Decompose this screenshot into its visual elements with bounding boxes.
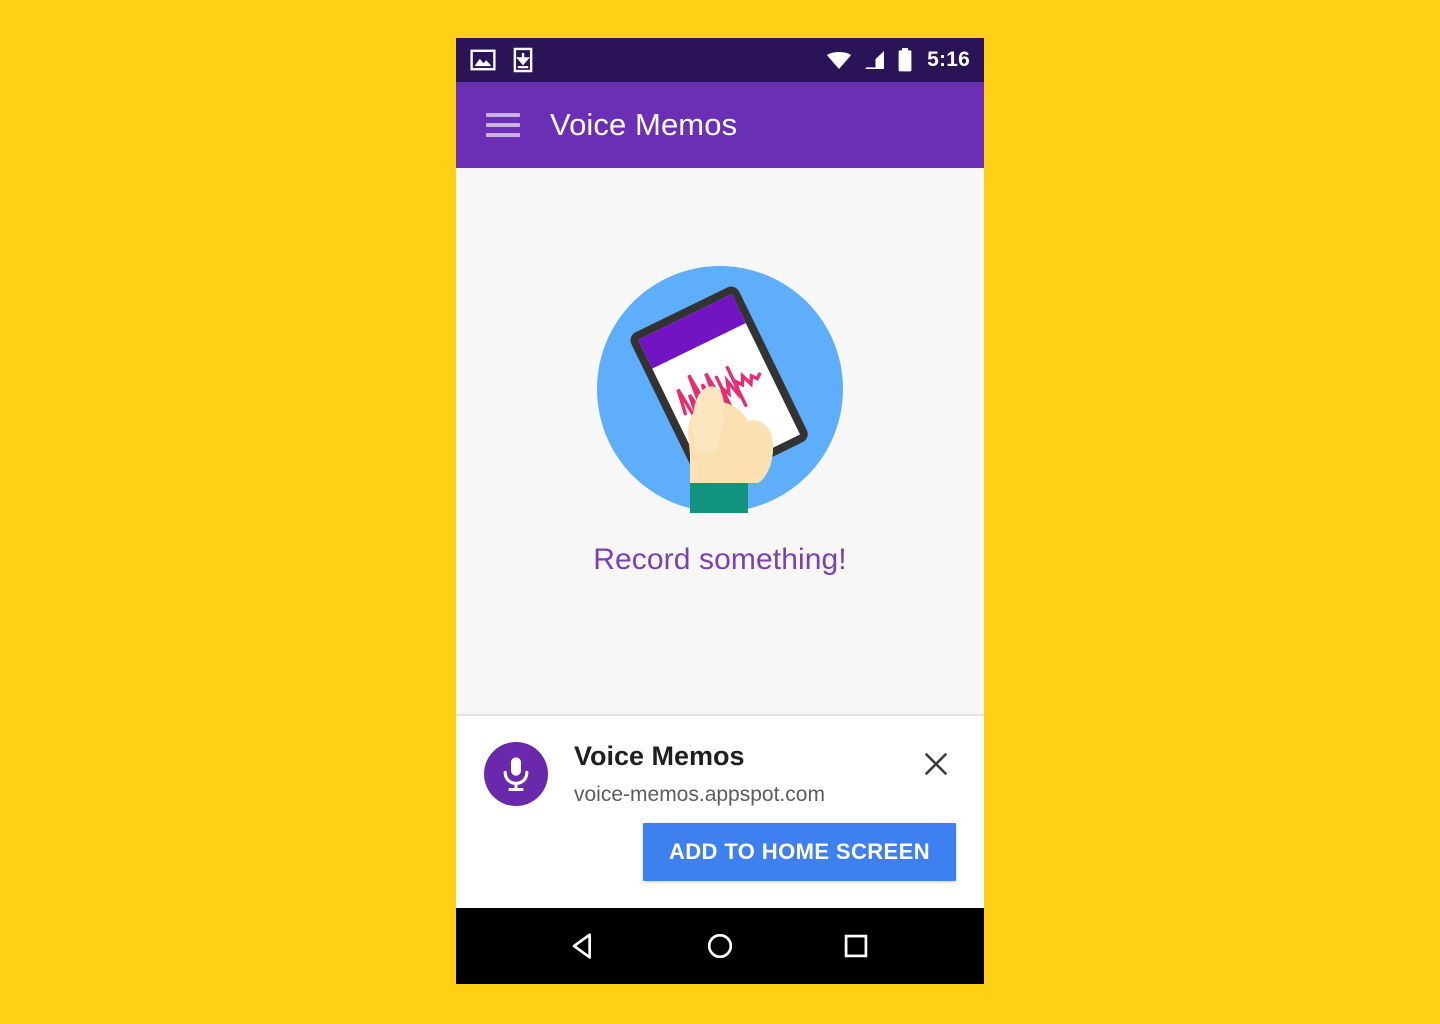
app-icon (484, 742, 548, 806)
status-bar-clock: 5:16 (927, 48, 970, 71)
hand-holding-phone-illustration (597, 266, 843, 513)
install-banner-actions: ADD TO HOME SCREEN (484, 822, 956, 881)
hamburger-line (486, 133, 520, 137)
screen-background: 5:16 Voice Memos Record something! Voice… (0, 0, 1440, 1024)
back-triangle-icon (572, 933, 592, 959)
hamburger-line (486, 113, 520, 117)
image-icon (470, 47, 496, 73)
app-bar: Voice Memos (456, 82, 984, 168)
install-banner: Voice Memos voice-memos.appspot.com ADD … (456, 714, 984, 908)
cellular-signal-icon (863, 48, 887, 72)
page-title: Voice Memos (550, 107, 738, 142)
status-bar: 5:16 (456, 38, 984, 82)
install-banner-url: voice-memos.appspot.com (574, 782, 825, 806)
home-button[interactable] (693, 919, 747, 973)
back-button[interactable] (557, 919, 611, 973)
phone-frame: 5:16 Voice Memos Record something! Voice… (456, 38, 984, 984)
add-to-home-screen-button[interactable]: ADD TO HOME SCREEN (642, 822, 956, 881)
install-banner-row: Voice Memos voice-memos.appspot.com (484, 741, 956, 807)
install-banner-title: Voice Memos (574, 741, 745, 771)
content-area: Record something! (456, 168, 984, 714)
empty-state-message: Record something! (593, 543, 847, 576)
recents-square-icon (844, 934, 868, 958)
microphone-icon (503, 757, 529, 791)
recents-button[interactable] (829, 919, 883, 973)
install-banner-texts: Voice Memos voice-memos.appspot.com (574, 741, 916, 807)
hamburger-menu-icon[interactable] (486, 113, 520, 137)
status-bar-right-icons: 5:16 (825, 47, 970, 73)
battery-icon (897, 47, 913, 73)
status-bar-left-icons (470, 47, 536, 73)
download-icon (510, 47, 536, 73)
home-circle-icon (707, 933, 733, 959)
wifi-icon (825, 48, 853, 72)
android-nav-bar (456, 908, 984, 984)
close-icon[interactable] (916, 744, 956, 784)
hamburger-line (486, 123, 520, 127)
